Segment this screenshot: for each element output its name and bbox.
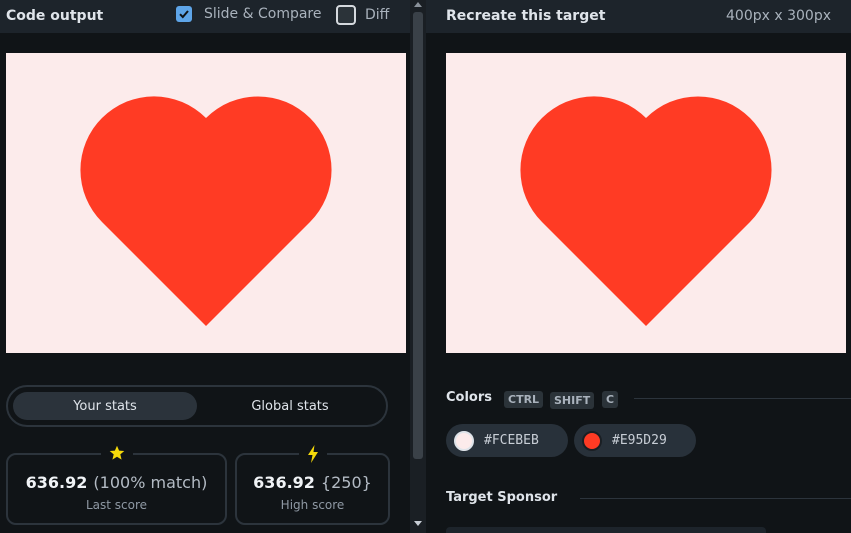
slide-compare-checkbox[interactable] [176, 6, 192, 22]
check-icon [179, 10, 189, 19]
code-output-canvas [6, 53, 406, 353]
sponsor-card[interactable] [446, 527, 766, 533]
tab-your-stats[interactable]: Your stats [13, 392, 197, 420]
target-panel: Recreate this target 400px x 300px Color… [426, 0, 851, 533]
star-icon [100, 445, 133, 465]
high-score-card: 636.92 {250} High score [235, 445, 390, 525]
color-swatch-heart[interactable]: #E95D29 [574, 424, 696, 457]
sponsor-title: Target Sponsor [446, 490, 558, 505]
code-output-title: Code output [6, 8, 104, 24]
target-canvas [446, 53, 846, 353]
diff-label: Diff [365, 7, 390, 23]
heart-shape [80, 96, 332, 326]
slide-compare-label: Slide & Compare [204, 6, 322, 22]
sponsor-divider [580, 498, 851, 499]
last-score-card: 636.92 (100% match) Last score [6, 445, 227, 525]
scroll-up-icon[interactable] [414, 2, 422, 7]
color-hex-background: #FCEBEB [484, 433, 539, 448]
high-score-label: High score [280, 498, 345, 512]
code-output-panel: Code output Slide & Compare Diff Your st… [0, 0, 410, 533]
target-dimensions: 400px x 300px [726, 8, 831, 24]
high-score-value: 636.92 [253, 473, 315, 492]
colors-title: Colors [446, 390, 493, 405]
scroll-down-icon[interactable] [414, 521, 422, 526]
target-title: Recreate this target [446, 8, 606, 24]
panel-scrollbar[interactable] [410, 0, 426, 533]
color-swatch-background[interactable]: #FCEBEB [446, 424, 568, 457]
diff-checkbox[interactable] [336, 5, 356, 25]
target-header: Recreate this target 400px x 300px [426, 0, 851, 33]
diff-toggle[interactable]: Diff [336, 5, 389, 25]
shortcut-key-c: C [602, 391, 619, 408]
shortcut-key-ctrl: CTRL [504, 391, 544, 408]
tab-global-stats[interactable]: Global stats [198, 392, 382, 420]
code-output-header: Code output Slide & Compare Diff [0, 0, 410, 33]
scrollbar-thumb[interactable] [413, 12, 423, 459]
target-heart-shape [520, 96, 772, 326]
color-dot-background [454, 430, 474, 451]
last-score-label: Last score [85, 498, 148, 512]
color-hex-heart: #E95D29 [612, 433, 667, 448]
shortcut-key-shift: SHIFT [550, 392, 595, 409]
color-dot-heart [582, 430, 602, 451]
last-score-match: (100% match) [93, 473, 208, 492]
colors-divider [634, 398, 851, 399]
lightning-icon [298, 445, 327, 467]
stats-tabs: Your stats Global stats [6, 385, 388, 427]
last-score-value: 636.92 [25, 473, 88, 492]
slide-compare-toggle[interactable]: Slide & Compare [176, 6, 322, 22]
high-score-detail: {250} [320, 473, 372, 492]
